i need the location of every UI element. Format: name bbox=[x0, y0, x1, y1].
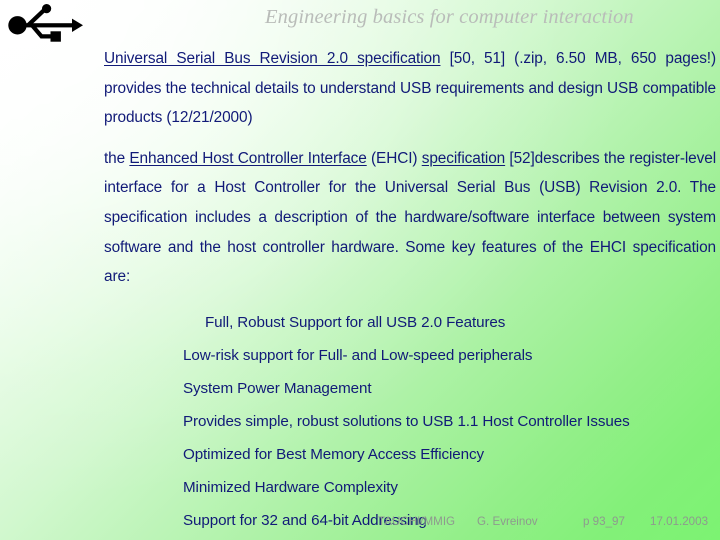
slide: Engineering basics for computer interact… bbox=[0, 0, 720, 540]
feature-list: Full, Robust Support for all USB 2.0 Fea… bbox=[183, 313, 683, 530]
paragraph-ehci-abbrev: (EHCI) bbox=[366, 149, 422, 167]
page-title: Engineering basics for computer interact… bbox=[265, 6, 634, 28]
link-usb-spec[interactable]: Universal Serial Bus Revision 2.0 specif… bbox=[104, 50, 441, 67]
paragraph-usb-spec: Universal Serial Bus Revision 2.0 specif… bbox=[104, 44, 716, 133]
body-text: Universal Serial Bus Revision 2.0 specif… bbox=[104, 44, 716, 292]
list-item: Minimized Hardware Complexity bbox=[183, 479, 398, 496]
paragraph-ehci-rest: [52]describes the register-level interfa… bbox=[104, 149, 717, 286]
usb-logo bbox=[6, 4, 84, 46]
list-item: Low-risk support for Full- and Low-speed… bbox=[183, 347, 533, 364]
list-item: Full, Robust Support for all USB 2.0 Fea… bbox=[205, 314, 506, 331]
footer-organization: TAUCHI/MMIG bbox=[378, 515, 456, 528]
link-ehci-specification[interactable]: specification bbox=[422, 150, 506, 167]
paragraph-ehci: the Enhanced Host Controller Interface (… bbox=[104, 144, 716, 292]
slide-footer: TAUCHI/MMIG G. Evreinov p 93_97 17.01.20… bbox=[0, 512, 720, 532]
footer-author: G. Evreinov bbox=[477, 515, 538, 528]
list-item: System Power Management bbox=[183, 380, 372, 397]
list-item: Optimized for Best Memory Access Efficie… bbox=[183, 446, 484, 463]
footer-pages: p 93_97 bbox=[583, 515, 625, 528]
paragraph-ehci-lead: the bbox=[104, 149, 130, 167]
link-ehci-name[interactable]: Enhanced Host Controller Interface bbox=[129, 150, 366, 167]
list-item: Provides simple, robust solutions to USB… bbox=[183, 413, 630, 430]
footer-date: 17.01.2003 bbox=[650, 515, 709, 528]
